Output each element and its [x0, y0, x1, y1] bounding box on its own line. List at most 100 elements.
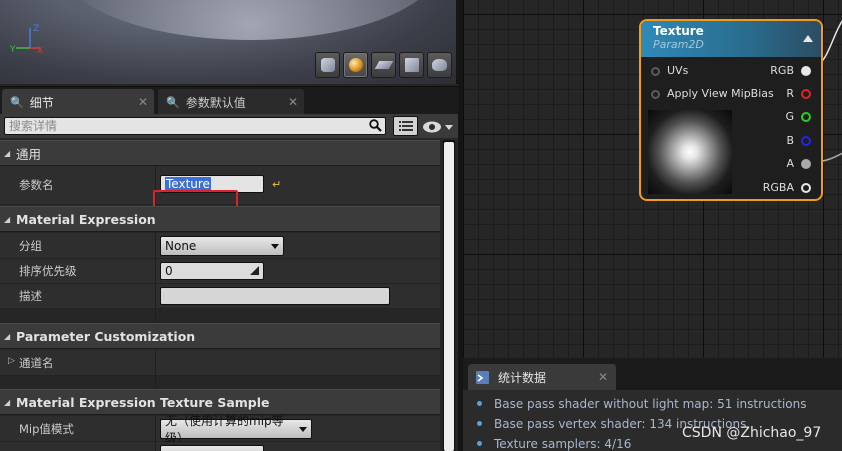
output-label-rgb: RGB: [770, 64, 794, 77]
output-pin-rgb[interactable]: [801, 66, 811, 76]
eye-icon[interactable]: [422, 120, 454, 134]
chevron-down-icon: [299, 427, 307, 432]
mip-mode-label: Mip值模式: [19, 421, 74, 436]
tab-parameter-defaults-label: 参数默认值: [185, 95, 246, 110]
close-icon[interactable]: ✕: [598, 370, 608, 384]
tab-stats[interactable]: 统计数据 ✕: [468, 364, 616, 390]
watermark: CSDN @Zhichao_97: [682, 425, 822, 441]
column-divider: [155, 233, 156, 258]
category-general[interactable]: ◢ 通用: [0, 140, 440, 166]
input-pin-mipbias[interactable]: [651, 90, 660, 99]
group-label: 分组: [19, 238, 42, 253]
search-row: [0, 114, 458, 138]
collapse-triangle-icon[interactable]: [803, 35, 813, 42]
texture-preview-thumbnail: [648, 110, 732, 194]
preview-plane-button[interactable]: [371, 52, 396, 78]
parameter-name-value: Texture: [165, 177, 211, 191]
stats-icon: [476, 370, 489, 384]
list-icon: [398, 121, 413, 131]
expand-arrow-icon[interactable]: ▷: [8, 356, 15, 366]
sort-priority-label: 排序优先级: [19, 264, 77, 278]
row-sort-priority: 排序优先级 0: [0, 259, 440, 284]
input-label-mipbias: Apply View MipBias: [667, 87, 774, 100]
sort-priority-value: 0: [165, 264, 173, 278]
close-icon[interactable]: ✕: [288, 95, 298, 109]
tab-parameter-defaults[interactable]: 🔍 参数默认值 ✕: [158, 89, 304, 115]
category-material-expression[interactable]: ◢ Material Expression: [0, 206, 440, 232]
input-pin-uvs[interactable]: [651, 67, 660, 76]
cube-icon: [404, 58, 419, 72]
row-channel-names[interactable]: ▷ 通道名: [0, 350, 440, 376]
column-divider: [155, 416, 156, 441]
row-description: 描述: [0, 284, 440, 309]
node-subtitle: Param2D: [653, 38, 704, 51]
collapse-arrow-icon: ◢: [4, 214, 11, 224]
property-list: ◢ 通用 参数名 Texture ↵ ◢ Material Expression…: [0, 138, 440, 451]
parameter-name-label: 参数名: [19, 178, 54, 192]
node-header[interactable]: Texture Param2D: [641, 21, 821, 57]
bullet-icon: [477, 401, 482, 406]
tab-stats-label: 统计数据: [498, 370, 547, 385]
description-input[interactable]: [160, 287, 390, 305]
row-mip-mode: Mip值模式 无（使用计算的mip等级）: [0, 414, 440, 445]
column-divider: [155, 442, 156, 451]
search-box: [4, 117, 386, 135]
details-scrollbar[interactable]: [443, 140, 455, 451]
output-pin-a[interactable]: [801, 159, 811, 169]
output-pin-rgba[interactable]: [801, 183, 811, 193]
scrollbar-thumb[interactable]: [444, 142, 454, 451]
mip-mode-dropdown[interactable]: 无（使用计算的mip等级）: [160, 414, 312, 445]
preview-cylinder-button[interactable]: [315, 52, 340, 78]
list-view-button[interactable]: [393, 116, 418, 136]
column-divider: [155, 309, 156, 322]
mip-mode-value: 无（使用计算的mip等级）: [165, 414, 284, 445]
preview-sphere-button[interactable]: [343, 52, 368, 78]
collapse-arrow-icon: ◢: [4, 397, 11, 407]
spacer: [0, 376, 440, 390]
stats-line-text: Base pass shader without light map: 51 i…: [494, 397, 807, 411]
reset-to-default-icon[interactable]: ↵: [272, 178, 281, 191]
column-divider: [155, 350, 156, 375]
texture-parameter-node[interactable]: Texture Param2D UVs Apply View MipBias R…: [639, 19, 823, 201]
magnifier-icon: 🔍: [166, 95, 180, 109]
collapse-arrow-icon: ◢: [4, 148, 11, 158]
output-pin-b[interactable]: [801, 136, 811, 146]
axis-z-label: Z: [33, 24, 39, 34]
category-parameter-customization-label: Parameter Customization: [16, 328, 196, 344]
resize-arrow-icon: [250, 266, 259, 275]
search-icon[interactable]: [369, 119, 382, 132]
sort-priority-input[interactable]: 0: [160, 262, 264, 280]
output-pin-g[interactable]: [801, 112, 811, 122]
details-tab-bar: 🔍 细节 ✕ 🔍 参数默认值 ✕: [0, 86, 458, 115]
preview-teapot-button[interactable]: [427, 52, 452, 78]
category-texture-sample-label: Material Expression Texture Sample: [16, 394, 270, 410]
category-material-expression-label: Material Expression: [16, 211, 156, 227]
tab-details-label: 细节: [29, 95, 54, 110]
category-parameter-customization[interactable]: ◢ Parameter Customization: [0, 323, 440, 349]
collapse-arrow-icon: ◢: [4, 331, 11, 341]
output-label-a: A: [786, 157, 794, 170]
stats-line-text: Texture samplers: 4/16: [494, 437, 632, 451]
preview-cube-button[interactable]: [399, 52, 424, 78]
group-dropdown[interactable]: None: [160, 236, 284, 256]
row-partial: [0, 442, 440, 451]
node-title: Texture: [653, 24, 704, 38]
description-label: 描述: [19, 289, 42, 303]
column-divider: [155, 259, 156, 283]
output-pin-r[interactable]: [801, 89, 811, 99]
column-divider: [155, 376, 156, 389]
cylinder-icon: [320, 58, 335, 72]
output-label-rgba: RGBA: [762, 181, 794, 194]
close-icon[interactable]: ✕: [138, 95, 148, 109]
material-preview-viewport[interactable]: Z Y X: [0, 0, 458, 84]
channel-names-label: 通道名: [19, 355, 54, 370]
category-general-label: 通用: [16, 146, 42, 162]
partial-dropdown[interactable]: [160, 445, 264, 451]
output-label-r: R: [786, 87, 794, 100]
input-label-uvs: UVs: [667, 64, 689, 77]
tab-details[interactable]: 🔍 细节 ✕: [2, 89, 154, 115]
sphere-icon: [348, 58, 363, 72]
search-input[interactable]: [5, 118, 355, 134]
stats-line: Base pass shader without light map: 51 i…: [477, 396, 842, 416]
row-group: 分组 None: [0, 233, 440, 259]
